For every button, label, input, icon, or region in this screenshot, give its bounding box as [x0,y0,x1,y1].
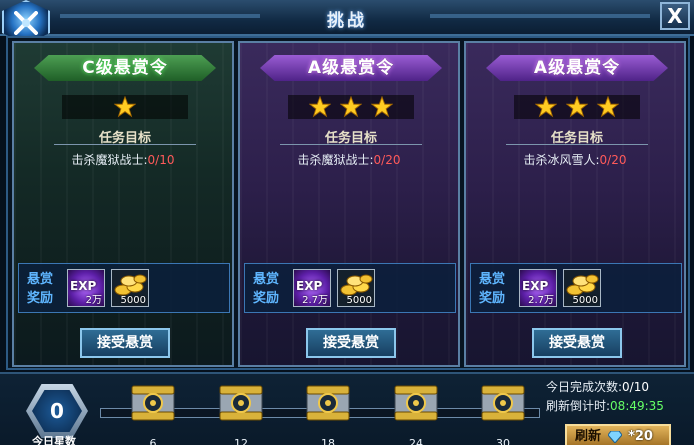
reward-panel: 悬赏 奖励 EXP 2万 5000 [18,263,230,313]
title-bar: 挑战 [0,0,694,36]
card-background [14,43,232,365]
reward-label-line1: 悬赏 [27,272,54,287]
diamond-icon [607,430,622,443]
exp-amount: 2万 [85,295,102,306]
goal-description: 击杀冰风雪人:0/20 [466,151,684,168]
today-stars-count: 0 [32,390,82,432]
reward-chest-3[interactable] [303,382,353,426]
star-icon [114,96,136,118]
reward-label-line2: 奖励 [253,291,280,306]
goal-progress: 0/10 [147,153,175,167]
bounty-title: A级悬赏令 [260,55,442,81]
reward-label-line1: 悬赏 [253,272,280,287]
chest-icon [306,385,350,421]
chest-icon [481,385,525,421]
chest-icon [131,385,175,421]
reward-label-line2: 奖励 [27,291,54,306]
reward-label: 悬赏 奖励 [479,270,511,308]
chest-threshold-3: 18 [321,437,335,445]
reward-panel: 悬赏 奖励 EXP 2.7万 5000 [244,263,456,313]
reward-label: 悬赏 奖励 [27,270,59,308]
exp-reward-slot[interactable]: EXP 2万 [67,269,105,307]
card-background [240,43,458,365]
goal-text: 击杀魔狱战士: [297,153,374,167]
gold-reward-slot[interactable]: 5000 [337,269,375,307]
chest-threshold-5: 30 [496,437,510,445]
accept-bounty-button[interactable]: 接受悬赏 [306,328,396,358]
refresh-button[interactable]: 刷新 *20 [565,424,671,445]
refresh-cost: *20 [628,429,653,444]
reward-label: 悬赏 奖励 [253,270,285,308]
chest-threshold-2: 12 [234,437,248,445]
refresh-countdown-value: 08:49:35 [610,399,664,413]
today-stars-badge: 0 [26,384,88,438]
bounty-card-a1: A级悬赏令 任务目标 击杀魔狱战士:0/20 悬赏 奖励 EXP 2.7万 50… [238,41,460,367]
today-stars-label: 今日星数 [32,435,76,445]
refresh-countdown-label: 刷新倒计时: [546,399,611,413]
goal-text: 击杀冰风雪人: [523,153,600,167]
refresh-countdown: 刷新倒计时:08:49:35 [546,397,664,414]
refresh-label: 刷新 [575,429,602,444]
reward-chest-2[interactable] [216,382,266,426]
accept-bounty-button[interactable]: 接受悬赏 [80,328,170,358]
chest-icon [219,385,263,421]
star-icon [566,96,588,118]
exp-amount: 2.7万 [528,295,554,306]
completed-value: 0/10 [622,380,649,394]
chest-threshold-4: 24 [409,437,423,445]
star-rating [62,95,188,119]
star-icon [534,96,557,118]
bottom-bar: 0 今日星数 6 12 18 24 30 今日完成次数:0/10 刷新倒计时:0… [0,372,694,445]
accept-bounty-button[interactable]: 接受悬赏 [532,328,622,358]
goal-label: 任务目标 [280,127,422,146]
star-icon [597,96,620,118]
goal-label: 任务目标 [506,127,648,146]
gold-amount: 5000 [346,295,372,306]
completed-count: 今日完成次数:0/10 [546,378,649,395]
star-icon [371,96,394,118]
close-button[interactable]: X [660,2,690,30]
bounty-card-a2: A级悬赏令 任务目标 击杀冰风雪人:0/20 悬赏 奖励 EXP 2.7万 50… [464,41,686,367]
star-icon [340,96,362,118]
star-rating [288,95,414,119]
goal-description: 击杀魔狱战士:0/10 [14,151,232,168]
goal-progress: 0/20 [373,153,401,167]
bounty-card-c: C级悬赏令 任务目标 击杀魔狱战士:0/10 悬赏 奖励 EXP 2万 5000… [12,41,234,367]
reward-label-line1: 悬赏 [479,272,506,287]
reward-chest-5[interactable] [478,382,528,426]
chest-threshold-1: 6 [149,437,157,445]
exp-reward-slot[interactable]: EXP 2.7万 [293,269,331,307]
card-background [466,43,684,365]
goal-label: 任务目标 [54,127,196,146]
bounty-title: A级悬赏令 [486,55,668,81]
star-rating [514,95,640,119]
gold-reward-slot[interactable]: 5000 [563,269,601,307]
goal-description: 击杀魔狱战士:0/20 [240,151,458,168]
exp-reward-slot[interactable]: EXP 2.7万 [519,269,557,307]
star-icon [308,96,331,118]
reward-chest-1[interactable] [128,382,178,426]
chest-icon [394,385,438,421]
completed-label: 今日完成次数: [546,380,623,394]
reward-chest-4[interactable] [391,382,441,426]
reward-label-line2: 奖励 [479,291,506,306]
gold-amount: 5000 [120,295,146,306]
reward-panel: 悬赏 奖励 EXP 2.7万 5000 [470,263,682,313]
bounty-frame: C级悬赏令 任务目标 击杀魔狱战士:0/10 悬赏 奖励 EXP 2万 5000… [6,36,690,370]
goal-progress: 0/20 [599,153,627,167]
exp-amount: 2.7万 [302,295,328,306]
goal-text: 击杀魔狱战士: [71,153,148,167]
gold-reward-slot[interactable]: 5000 [111,269,149,307]
bounty-title: C级悬赏令 [34,55,216,81]
gold-amount: 5000 [572,295,598,306]
window-title: 挑战 [327,11,367,31]
